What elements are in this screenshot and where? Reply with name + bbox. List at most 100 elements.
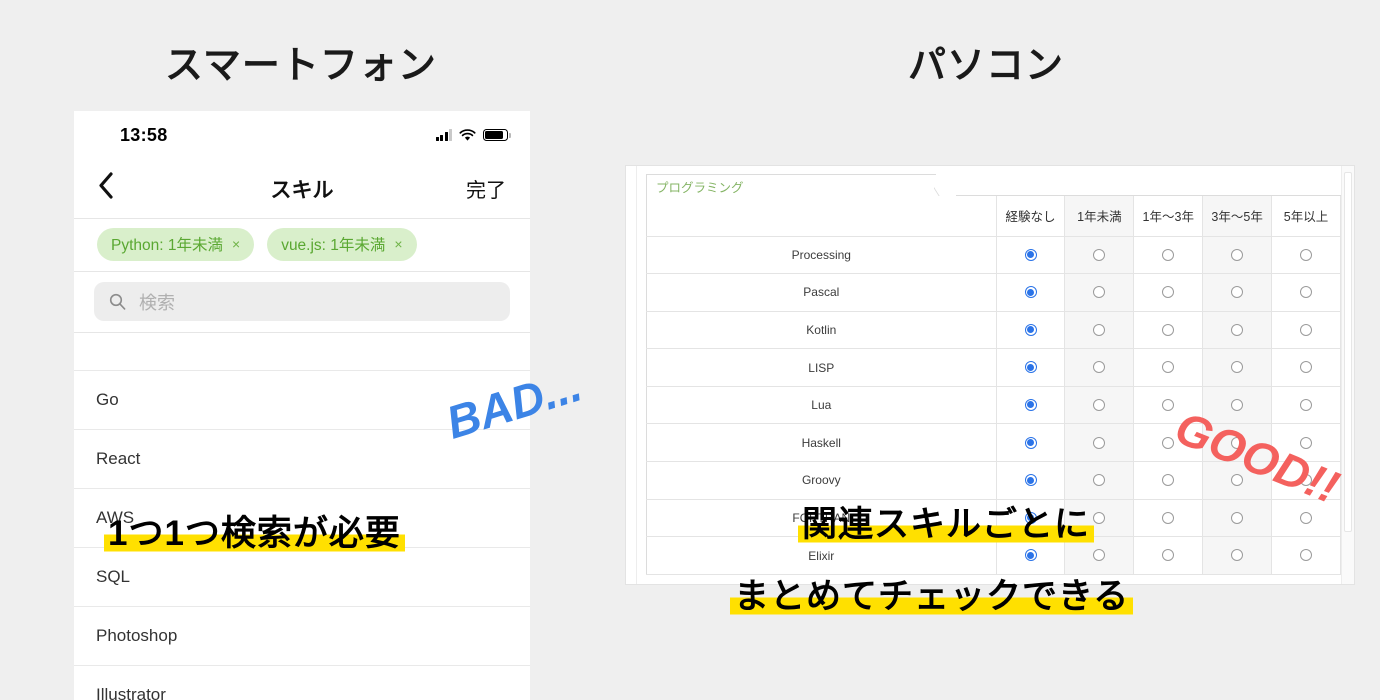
experience-radio-cell[interactable] (995, 348, 1066, 387)
radio-selected-icon[interactable] (1024, 248, 1037, 261)
radio-unselected-icon[interactable] (1093, 361, 1106, 374)
radio-selected-icon[interactable] (1024, 398, 1037, 411)
radio-unselected-icon[interactable] (1162, 361, 1175, 374)
list-item[interactable]: Photoshop (74, 607, 530, 666)
experience-radio-cell[interactable] (1064, 236, 1135, 275)
close-icon[interactable]: × (232, 236, 240, 252)
radio-unselected-icon[interactable] (1231, 398, 1244, 411)
experience-radio-cell[interactable] (1202, 536, 1273, 575)
radio-unselected-icon[interactable] (1162, 398, 1175, 411)
experience-radio-cell[interactable] (995, 386, 1066, 425)
experience-radio-cell[interactable] (1202, 236, 1273, 275)
experience-radio-cell[interactable] (1271, 386, 1341, 425)
experience-radio-cell[interactable] (1271, 236, 1341, 275)
experience-radio-cell[interactable] (1133, 536, 1204, 575)
experience-radio-cell[interactable] (1064, 386, 1135, 425)
experience-radio-cell[interactable] (1133, 386, 1204, 425)
radio-unselected-icon[interactable] (1300, 474, 1313, 487)
radio-unselected-icon[interactable] (1300, 361, 1313, 374)
search-input[interactable]: 検索 (139, 289, 175, 315)
scrollbar-right[interactable] (1341, 166, 1354, 584)
experience-radio-cell[interactable] (1133, 311, 1204, 350)
experience-radio-cell[interactable] (1133, 236, 1204, 275)
radio-unselected-icon[interactable] (1300, 549, 1313, 562)
experience-radio-cell[interactable] (1202, 273, 1273, 312)
radio-unselected-icon[interactable] (1093, 549, 1106, 562)
list-item[interactable]: Go (74, 371, 530, 430)
experience-radio-cell[interactable] (1064, 311, 1135, 350)
experience-radio-cell[interactable] (1202, 386, 1273, 425)
skill-chip[interactable]: Python: 1年未満 × (97, 228, 255, 261)
radio-unselected-icon[interactable] (1093, 286, 1106, 299)
radio-unselected-icon[interactable] (1093, 474, 1106, 487)
experience-radio-cell[interactable] (995, 461, 1066, 500)
list-item[interactable] (74, 333, 530, 371)
radio-unselected-icon[interactable] (1231, 286, 1244, 299)
experience-radio-cell[interactable] (1271, 273, 1341, 312)
done-button[interactable]: 完了 (466, 174, 506, 203)
radio-unselected-icon[interactable] (1162, 474, 1175, 487)
radio-unselected-icon[interactable] (1162, 511, 1175, 524)
experience-radio-cell[interactable] (1202, 461, 1273, 500)
experience-radio-cell[interactable] (1133, 423, 1204, 463)
radio-selected-icon[interactable] (1024, 323, 1037, 336)
close-icon[interactable]: × (394, 236, 402, 252)
experience-radio-cell[interactable] (995, 273, 1066, 312)
radio-unselected-icon[interactable] (1093, 436, 1106, 449)
radio-unselected-icon[interactable] (1093, 248, 1106, 261)
radio-unselected-icon[interactable] (1162, 549, 1175, 562)
experience-radio-cell[interactable] (1271, 311, 1341, 350)
radio-unselected-icon[interactable] (1300, 511, 1313, 524)
experience-radio-cell[interactable] (995, 236, 1066, 275)
radio-unselected-icon[interactable] (1300, 286, 1313, 299)
scrollbar-left[interactable] (626, 166, 637, 584)
radio-unselected-icon[interactable] (1231, 436, 1244, 449)
radio-unselected-icon[interactable] (1162, 436, 1175, 449)
radio-selected-icon[interactable] (1024, 474, 1037, 487)
radio-selected-icon[interactable] (1024, 436, 1037, 449)
radio-selected-icon[interactable] (1024, 549, 1037, 562)
scrollbar-thumb[interactable] (1344, 172, 1352, 532)
radio-unselected-icon[interactable] (1231, 549, 1244, 562)
radio-unselected-icon[interactable] (1162, 286, 1175, 299)
radio-unselected-icon[interactable] (1300, 436, 1313, 449)
radio-unselected-icon[interactable] (1231, 474, 1244, 487)
radio-unselected-icon[interactable] (1231, 248, 1244, 261)
experience-radio-cell[interactable] (1133, 499, 1204, 538)
list-item[interactable]: React (74, 430, 530, 489)
experience-radio-cell[interactable] (1271, 348, 1341, 387)
radio-unselected-icon[interactable] (1231, 361, 1244, 374)
experience-radio-cell[interactable] (1271, 423, 1341, 463)
radio-selected-icon[interactable] (1024, 361, 1037, 374)
experience-radio-cell[interactable] (1064, 423, 1135, 463)
radio-unselected-icon[interactable] (1162, 248, 1175, 261)
radio-unselected-icon[interactable] (1093, 511, 1106, 524)
experience-radio-cell[interactable] (1271, 499, 1341, 538)
radio-unselected-icon[interactable] (1093, 323, 1106, 336)
experience-radio-cell[interactable] (1133, 461, 1204, 500)
radio-unselected-icon[interactable] (1300, 323, 1313, 336)
radio-unselected-icon[interactable] (1231, 323, 1244, 336)
experience-radio-cell[interactable] (1064, 348, 1135, 387)
experience-radio-cell[interactable] (1271, 536, 1341, 575)
experience-radio-cell[interactable] (1202, 499, 1273, 538)
radio-unselected-icon[interactable] (1231, 511, 1244, 524)
radio-unselected-icon[interactable] (1300, 398, 1313, 411)
radio-unselected-icon[interactable] (1093, 398, 1106, 411)
search-box[interactable]: 検索 (94, 282, 510, 321)
radio-unselected-icon[interactable] (1162, 323, 1175, 336)
experience-radio-cell[interactable] (1064, 273, 1135, 312)
experience-radio-cell[interactable] (1202, 423, 1273, 463)
experience-radio-cell[interactable] (1133, 273, 1204, 312)
list-item[interactable]: SQL (74, 548, 530, 607)
experience-radio-cell[interactable] (1202, 348, 1273, 387)
experience-radio-cell[interactable] (995, 423, 1066, 463)
experience-radio-cell[interactable] (1202, 311, 1273, 350)
experience-radio-cell[interactable] (1064, 461, 1135, 500)
skill-chip[interactable]: vue.js: 1年未満 × (267, 228, 417, 261)
radio-selected-icon[interactable] (1024, 286, 1037, 299)
experience-radio-cell[interactable] (995, 311, 1066, 350)
experience-radio-cell[interactable] (1133, 348, 1204, 387)
radio-unselected-icon[interactable] (1300, 248, 1313, 261)
experience-radio-cell[interactable] (1271, 461, 1341, 500)
